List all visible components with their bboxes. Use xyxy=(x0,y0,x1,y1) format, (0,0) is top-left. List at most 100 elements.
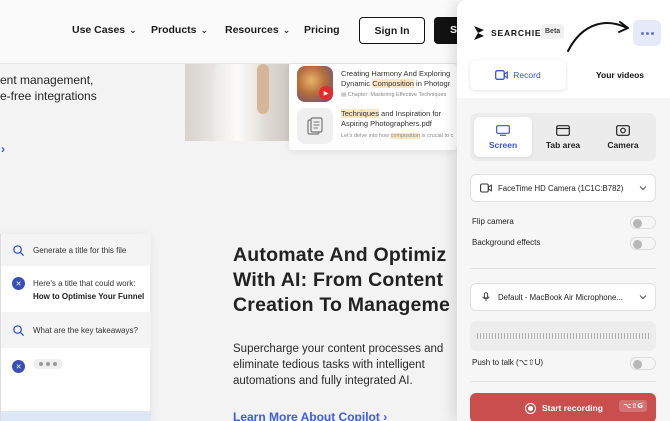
level-tick xyxy=(489,333,490,339)
chevron-right-icon: › xyxy=(383,410,388,421)
paragraph-line: automations and fully integrated AI. xyxy=(233,375,413,387)
level-tick xyxy=(612,333,613,339)
learn-more-link[interactable]: Learn More About Copilot › xyxy=(233,410,387,421)
level-tick xyxy=(639,333,640,339)
file-title[interactable]: Dynamic Composition in Photogr xyxy=(341,79,450,89)
level-tick xyxy=(588,333,589,339)
nav-products[interactable]: Products ⌄ xyxy=(151,24,208,36)
nav-pricing[interactable]: Pricing xyxy=(304,24,340,36)
brand-name: SEARCHIE xyxy=(491,28,542,38)
level-tick xyxy=(525,333,526,339)
ai-chat-card: Generate a title for this file ✕ Here's … xyxy=(0,234,151,421)
source-camera-label: Camera xyxy=(607,139,639,150)
push-to-talk-label: Push to talk (⌥⇧U) xyxy=(472,358,544,367)
source-screen-label: Screen xyxy=(488,139,518,150)
level-tick xyxy=(648,333,649,339)
search-icon xyxy=(13,325,25,337)
level-tick xyxy=(498,333,499,339)
file-title[interactable]: Techniques and Inspiration for xyxy=(341,109,441,119)
search-icon xyxy=(13,245,25,257)
level-tick xyxy=(597,333,598,339)
paragraph-line: eliminate tedious tasks with intelligent xyxy=(233,359,425,371)
level-tick xyxy=(567,333,568,339)
chevron-down-icon: ⌄ xyxy=(129,25,137,35)
headline-line: Creation To Manageme xyxy=(233,294,451,316)
microphone-select[interactable]: Default - MacBook Air Microphone... xyxy=(470,283,656,311)
level-tick xyxy=(492,333,493,339)
source-tab-area-option[interactable]: Tab area xyxy=(534,117,592,157)
source-selector: Screen Tab area Camera xyxy=(470,113,656,161)
file-title[interactable]: Aspiring Photographers.pdf xyxy=(341,119,432,129)
hero-photo xyxy=(185,64,289,141)
file-title[interactable]: Creating Harmony And Exploring xyxy=(341,69,450,79)
typing-indicator xyxy=(33,359,63,369)
chat-typing: ✕ xyxy=(1,348,151,384)
source-camera-option[interactable]: Camera xyxy=(594,117,652,157)
camera-select-value: FaceTime HD Camera (1C1C:B782) xyxy=(498,183,624,193)
level-tick xyxy=(630,333,631,339)
chat-question[interactable]: Generate a title for this file xyxy=(1,234,151,266)
start-recording-label: Start recording xyxy=(542,403,603,413)
flip-camera-toggle[interactable] xyxy=(630,216,656,229)
highlight: Techniques xyxy=(341,109,379,118)
file-title-line: Creating Harmony And Exploring xyxy=(341,69,451,78)
tab-record[interactable]: Record xyxy=(470,60,566,90)
camera-icon xyxy=(616,124,630,136)
level-tick xyxy=(501,333,502,339)
level-tick xyxy=(519,333,520,339)
video-camera-icon xyxy=(480,183,492,193)
divider xyxy=(470,268,656,269)
file-title-part: Dynamic xyxy=(341,79,373,88)
file-subtitle: Let's delve into how composition is cruc… xyxy=(341,133,453,139)
camera-select[interactable]: FaceTime HD Camera (1C1C:B782) xyxy=(470,174,656,202)
start-recording-button[interactable]: Start recording ⌥⇧G xyxy=(470,393,656,421)
hero-text-line: e-free integrations xyxy=(0,89,97,103)
level-tick xyxy=(618,333,619,339)
nav-resources[interactable]: Resources ⌄ xyxy=(225,24,290,36)
searchie-logo-icon xyxy=(474,26,484,40)
level-tick xyxy=(609,333,610,339)
curved-arrow-icon xyxy=(567,21,629,52)
nav-resources-label: Resources xyxy=(225,24,279,36)
ai-assistant-icon: ✕ xyxy=(12,277,25,290)
paragraph-line: Supercharge your content processes and xyxy=(233,343,444,355)
headline-line: Automate And Optimiz xyxy=(233,244,447,266)
document-icon xyxy=(297,108,333,144)
level-tick xyxy=(591,333,592,339)
chevron-right-icon[interactable]: › xyxy=(1,142,5,156)
level-tick xyxy=(507,333,508,339)
tab-your-videos[interactable]: Your videos xyxy=(584,60,656,90)
file-card: ▶ Creating Harmony And Exploring Dynamic… xyxy=(289,64,457,150)
level-tick xyxy=(585,333,586,339)
level-tick xyxy=(633,333,634,339)
level-tick xyxy=(645,333,646,339)
level-tick xyxy=(564,333,565,339)
hero-text-line: ent management, xyxy=(0,73,94,87)
chat-question[interactable]: What are the key takeaways? xyxy=(1,312,151,348)
level-tick xyxy=(606,333,607,339)
nav-products-label: Products xyxy=(151,24,197,36)
level-tick xyxy=(552,333,553,339)
more-options-button[interactable] xyxy=(633,20,661,46)
panel-header: SEARCHIE Beta Record Your videos xyxy=(457,0,670,98)
level-tick xyxy=(549,333,550,339)
chat-answer: ✕ Here's a title that could work: How to … xyxy=(1,266,151,312)
push-to-talk-row: Push to talk (⌥⇧U) xyxy=(472,357,656,371)
source-screen-option[interactable]: Screen xyxy=(474,117,532,157)
sign-in-button[interactable]: Sign In xyxy=(359,17,425,44)
level-tick xyxy=(582,333,583,339)
chat-answer-title: How to Optimise Your Funnel xyxy=(33,292,145,301)
level-tick xyxy=(486,333,487,339)
file-subtitle-part: is crucial to c xyxy=(420,133,454,139)
chevron-down-icon: ⌄ xyxy=(200,25,209,35)
nav-use-cases[interactable]: Use Cases ⌄ xyxy=(72,24,137,36)
background-effects-label: Background effects xyxy=(472,238,541,247)
level-tick xyxy=(573,333,574,339)
background-effects-toggle[interactable] xyxy=(630,237,656,250)
beta-badge: Beta xyxy=(541,24,565,39)
level-tick xyxy=(576,333,577,339)
level-tick xyxy=(615,333,616,339)
monitor-icon xyxy=(496,124,510,136)
level-tick xyxy=(528,333,529,339)
push-to-talk-toggle[interactable] xyxy=(630,357,656,370)
